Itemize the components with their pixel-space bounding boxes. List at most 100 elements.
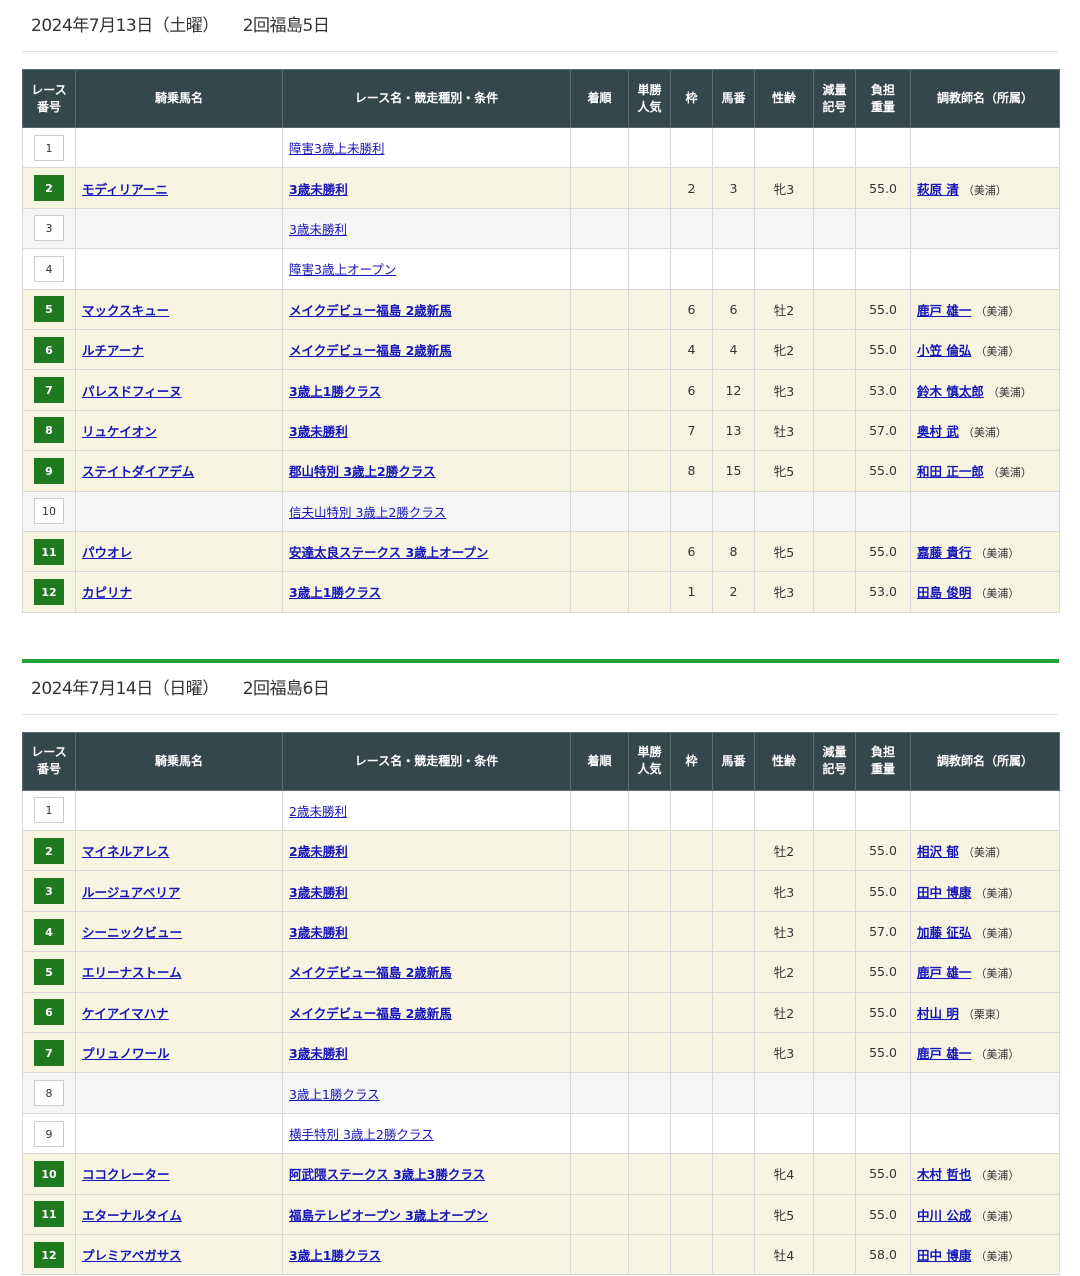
horse-name-link[interactable]: ケイアイマハナ <box>82 1006 169 1021</box>
horse-name-cell: エターナルタイム <box>75 1193 283 1235</box>
race-name-link[interactable]: メイクデビュー福島 2歳新馬 <box>289 303 452 318</box>
race-number-badge[interactable]: 4 <box>34 918 64 945</box>
carried-weight-cell: 55.0 <box>855 991 911 1034</box>
horse-number-cell <box>712 830 755 872</box>
race-name-link[interactable]: 3歳上1勝クラス <box>289 1087 380 1102</box>
trainer-link[interactable]: 鈴木 慎太郎 <box>917 384 984 399</box>
finish-position-cell <box>570 1193 629 1235</box>
race-name-link[interactable]: 2歳未勝利 <box>289 804 347 819</box>
race-name-link[interactable]: 3歳未勝利 <box>289 885 348 900</box>
race-name-link[interactable]: 3歳上1勝クラス <box>289 384 381 399</box>
race-name-link[interactable]: 障害3歳上オープン <box>289 262 396 277</box>
horse-name-link[interactable]: エターナルタイム <box>82 1208 182 1223</box>
race-number-badge[interactable]: 9 <box>34 1120 64 1147</box>
race-name-link[interactable]: 信夫山特別 3歳上2勝クラス <box>289 505 446 520</box>
trainer-link[interactable]: 加藤 征弘 <box>917 925 971 940</box>
race-number-badge[interactable]: 3 <box>34 215 64 242</box>
trainer-link[interactable]: 田島 俊明 <box>917 585 971 600</box>
horse-number-cell <box>712 1233 755 1276</box>
race-number-badge[interactable]: 2 <box>34 175 64 202</box>
horse-name-link[interactable]: モディリアーニ <box>82 182 168 197</box>
frame-number-cell <box>670 991 713 1034</box>
race-number-badge[interactable]: 5 <box>34 296 64 323</box>
race-name-link[interactable]: 障害3歳上未勝利 <box>289 141 384 156</box>
race-name-link[interactable]: メイクデビュー福島 2歳新馬 <box>289 1006 452 1021</box>
race-number-badge[interactable]: 6 <box>34 336 64 363</box>
trainer-link[interactable]: 木村 哲也 <box>917 1167 971 1182</box>
horse-name-link[interactable]: ルチアーナ <box>82 343 144 358</box>
race-name-link[interactable]: 3歳未勝利 <box>289 182 348 197</box>
race-number-badge[interactable]: 5 <box>34 958 64 985</box>
horse-name-link[interactable]: ルージュアベリア <box>82 885 180 900</box>
race-name-link[interactable]: 2歳未勝利 <box>289 844 348 859</box>
trainer-link[interactable]: 田中 博康 <box>917 885 971 900</box>
horse-name-link[interactable]: シーニックビュー <box>82 925 182 940</box>
race-number-badge[interactable]: 12 <box>34 578 64 605</box>
race-name-link[interactable]: 3歳未勝利 <box>289 424 348 439</box>
race-name-cell: 郡山特別 3歳上2勝クラス <box>282 450 571 492</box>
horse-name-link[interactable]: ステイトダイアデム <box>82 464 194 479</box>
trainer-link[interactable]: 萩原 清 <box>917 182 959 197</box>
race-name-link[interactable]: 3歳上1勝クラス <box>289 585 381 600</box>
horse-name-link[interactable]: マイネルアレス <box>82 844 170 859</box>
race-number-badge[interactable]: 4 <box>34 255 64 282</box>
trainer-link[interactable]: 奥村 武 <box>917 424 959 439</box>
race-name-cell: 3歳上1勝クラス <box>282 1233 571 1276</box>
race-number-badge[interactable]: 11 <box>34 1201 64 1228</box>
race-number-badge[interactable]: 1 <box>34 797 64 824</box>
carried-weight-cell <box>855 207 911 250</box>
race-number-badge[interactable]: 10 <box>34 498 64 525</box>
race-number-badge[interactable]: 6 <box>34 999 64 1026</box>
race-name-link[interactable]: 3歳未勝利 <box>289 925 348 940</box>
race-number-badge[interactable]: 1 <box>34 134 64 161</box>
race-name-link[interactable]: メイクデビュー福島 2歳新馬 <box>289 965 452 980</box>
race-name-link[interactable]: 郡山特別 3歳上2勝クラス <box>289 464 436 479</box>
trainer-link[interactable]: 中川 公成 <box>917 1208 971 1223</box>
trainer-link[interactable]: 鹿戸 雄一 <box>917 1046 971 1061</box>
race-name-link[interactable]: 横手特別 3歳上2勝クラス <box>289 1127 434 1142</box>
horse-name-link[interactable]: ココクレーター <box>82 1167 170 1182</box>
race-name-link[interactable]: 3歳未勝利 <box>289 1046 348 1061</box>
frame-number-cell <box>670 126 713 169</box>
trainer-link[interactable]: 小笠 倫弘 <box>917 343 971 358</box>
race-number-badge[interactable]: 8 <box>34 1080 64 1107</box>
horse-name-link[interactable]: エリーナストーム <box>82 965 182 980</box>
race-name-link[interactable]: 阿武隈ステークス 3歳上3勝クラス <box>289 1167 485 1182</box>
trainer-link[interactable]: 村山 明 <box>917 1006 959 1021</box>
column-header: レース 番号 <box>22 731 76 791</box>
race-name-link[interactable]: メイクデビュー福島 2歳新馬 <box>289 343 452 358</box>
race-number-badge[interactable]: 9 <box>34 457 64 484</box>
trainer-link[interactable]: 鹿戸 雄一 <box>917 303 971 318</box>
horse-name-link[interactable]: プリュノワール <box>82 1046 170 1061</box>
race-number-badge[interactable]: 10 <box>34 1160 64 1187</box>
horse-name-link[interactable]: カピリナ <box>82 585 132 600</box>
trainer-link[interactable]: 和田 正一郎 <box>917 464 984 479</box>
race-number-badge[interactable]: 12 <box>34 1241 64 1268</box>
horse-name-link[interactable]: マックスキュー <box>82 303 169 318</box>
trainer-link[interactable]: 田中 博康 <box>917 1248 971 1263</box>
sex-age-cell <box>754 1072 814 1114</box>
horse-name-cell: ルージュアベリア <box>75 870 283 912</box>
race-name-link[interactable]: 福島テレビオープン 3歳上オープン <box>289 1208 488 1223</box>
horse-name-link[interactable]: リュケイオン <box>82 424 157 439</box>
race-number-badge[interactable]: 3 <box>34 878 64 905</box>
race-name-link[interactable]: 3歳未勝利 <box>289 222 347 237</box>
sex-age-cell <box>754 789 814 832</box>
race-number-badge[interactable]: 7 <box>34 1039 64 1066</box>
win-popularity-cell <box>628 951 671 993</box>
race-name-link[interactable]: 安達太良ステークス 3歳上オープン <box>289 545 488 560</box>
race-number-cell: 6 <box>22 328 76 371</box>
race-name-link[interactable]: 3歳上1勝クラス <box>289 1248 381 1263</box>
horse-name-link[interactable]: パウオレ <box>82 545 132 560</box>
race-number-badge[interactable]: 7 <box>34 377 64 404</box>
trainer-link[interactable]: 嘉藤 貴行 <box>917 545 971 560</box>
horse-name-link[interactable]: プレミアペガサス <box>82 1248 182 1263</box>
column-header: 馬番 <box>712 731 755 791</box>
race-number-badge[interactable]: 8 <box>34 417 64 444</box>
horse-name-cell <box>75 490 283 532</box>
trainer-link[interactable]: 相沢 郁 <box>917 844 959 859</box>
trainer-link[interactable]: 鹿戸 雄一 <box>917 965 971 980</box>
race-number-badge[interactable]: 11 <box>34 538 64 565</box>
horse-name-link[interactable]: パレスドフィーヌ <box>82 384 182 399</box>
race-number-badge[interactable]: 2 <box>34 837 64 864</box>
